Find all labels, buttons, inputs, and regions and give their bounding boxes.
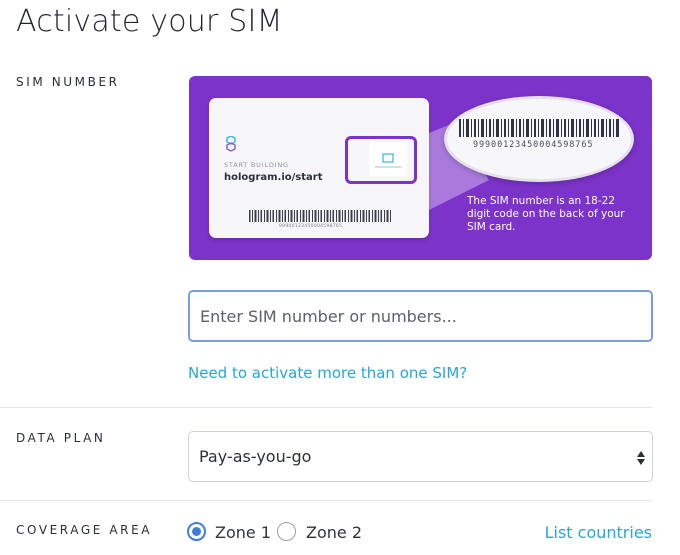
zone-1-radio[interactable] [187,522,206,541]
data-plan-selected-value: Pay-as-you-go [199,447,312,466]
data-plan-label: DATA PLAN [16,431,106,445]
hologram-logo-icon [226,136,236,152]
zone-2-label[interactable]: Zone 2 [306,523,362,542]
coverage-area-label: COVERAGE AREA [16,523,153,537]
magnified-barcode: 99900123450004598765 [444,96,634,182]
sim-chip-insert [369,142,407,176]
list-countries-link[interactable]: List countries [545,523,652,542]
zone-2-radio[interactable] [277,522,296,541]
select-arrows-icon [637,451,645,465]
sim-number-illustration: START BUILDING hologram.io/start 9990012… [189,76,652,260]
sim-number-input[interactable] [188,290,653,342]
data-plan-select[interactable]: Pay-as-you-go [188,431,653,482]
card-url: hologram.io/start [224,172,323,183]
barcode-icon [249,210,391,222]
mini-logo-icon [375,153,401,168]
magnified-sim-number: 99900123450004598765 [473,140,594,150]
zone-1-label[interactable]: Zone 1 [215,523,271,542]
activate-multiple-sims-link[interactable]: Need to activate more than one SIM? [188,364,467,382]
section-divider [0,407,652,408]
card-tagline: START BUILDING [224,161,289,169]
sim-card-image: START BUILDING hologram.io/start 9990012… [209,98,429,238]
section-divider [0,500,652,501]
card-barcode-number: 99900123450004598765 [279,224,343,229]
barcode-icon [459,119,619,137]
page-title: Activate your SIM [16,4,283,39]
sim-number-help-text: The SIM number is an 18-22 digit code on… [467,195,625,233]
sim-number-label: SIM NUMBER [16,75,120,89]
